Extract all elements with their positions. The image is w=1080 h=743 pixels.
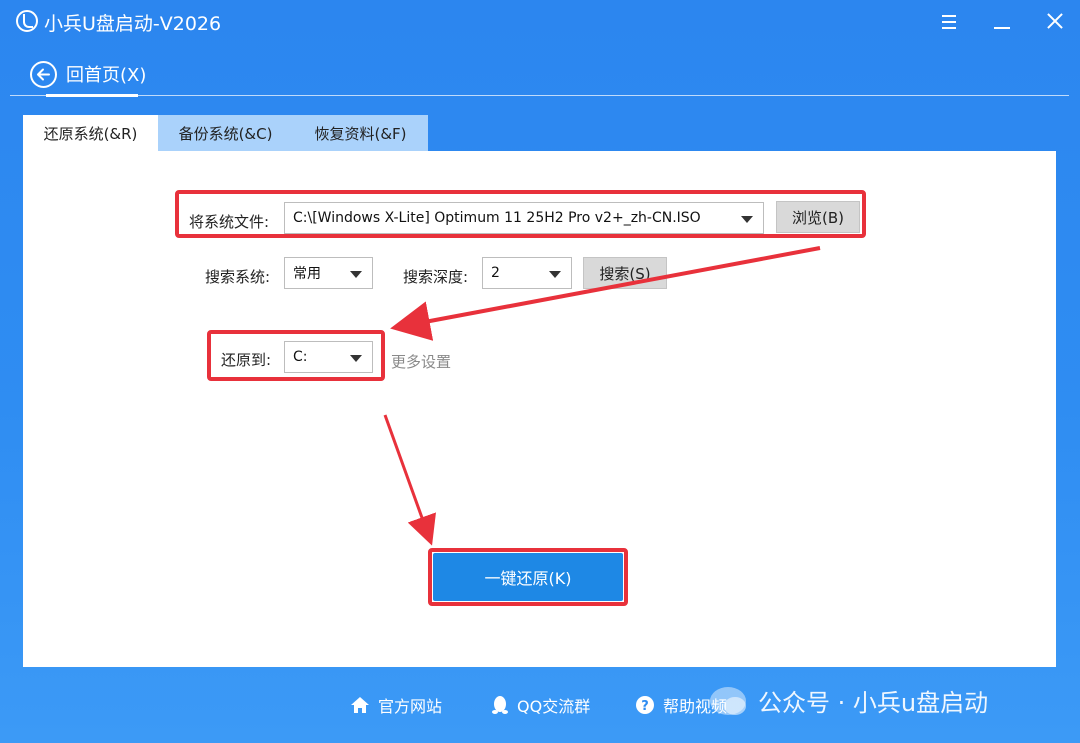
official-site-link[interactable]: 官方网站 xyxy=(350,693,442,717)
wechat-icon xyxy=(710,686,746,715)
official-site-label: 官方网站 xyxy=(378,697,443,716)
qq-group-link[interactable]: QQ交流群 xyxy=(491,693,590,717)
tab-bar: 还原系统(&R) 备份系统(&C) 恢复资料(&F) xyxy=(23,115,428,152)
home-icon xyxy=(351,697,369,713)
minimize-icon[interactable] xyxy=(984,6,1018,36)
search-button[interactable]: 搜索(S) xyxy=(583,257,667,289)
menu-icon[interactable] xyxy=(932,6,966,36)
close-icon[interactable] xyxy=(1037,6,1071,36)
title-bar: 小兵U盘启动-V2026 xyxy=(0,0,1080,44)
annotation-box-system-file xyxy=(175,190,866,238)
window-title: 小兵U盘启动-V2026 xyxy=(44,13,222,35)
back-home-label: 回首页(X) xyxy=(66,65,147,86)
search-depth-value: 2 xyxy=(491,265,500,281)
qq-penguin-icon xyxy=(492,696,508,714)
search-system-label: 搜索系统: xyxy=(205,268,271,286)
more-settings-link[interactable]: 更多设置 xyxy=(391,351,451,372)
back-arrow-icon xyxy=(30,60,57,88)
back-home-button[interactable]: 回首页(X) xyxy=(30,58,146,90)
tab-inactive-group: 备份系统(&C) 恢复资料(&F) xyxy=(158,115,428,152)
nav-active-indicator xyxy=(46,94,138,97)
search-system-value: 常用 xyxy=(293,266,321,282)
nav-divider xyxy=(10,95,1069,96)
annotation-box-restore-to xyxy=(207,330,385,381)
help-question-icon: ? xyxy=(636,696,654,714)
wechat-watermark: 公众号 · 小兵u盘启动 xyxy=(710,683,988,718)
search-depth-label: 搜索深度: xyxy=(403,268,469,286)
app-logo-icon xyxy=(16,10,38,32)
watermark-text: 公众号 · 小兵u盘启动 xyxy=(758,689,989,717)
search-depth-select[interactable]: 2 xyxy=(482,257,572,289)
tab-backup-system[interactable]: 备份系统(&C) xyxy=(158,115,293,152)
tab-recover-data[interactable]: 恢复资料(&F) xyxy=(293,115,428,152)
svg-text:?: ? xyxy=(641,699,649,714)
annotation-box-restore-button xyxy=(428,548,628,606)
tab-restore-system[interactable]: 还原系统(&R) xyxy=(23,115,158,152)
chevron-down-icon xyxy=(549,271,561,278)
search-system-select[interactable]: 常用 xyxy=(284,257,373,289)
chevron-down-icon xyxy=(350,271,362,278)
qq-group-label: QQ交流群 xyxy=(517,697,591,716)
